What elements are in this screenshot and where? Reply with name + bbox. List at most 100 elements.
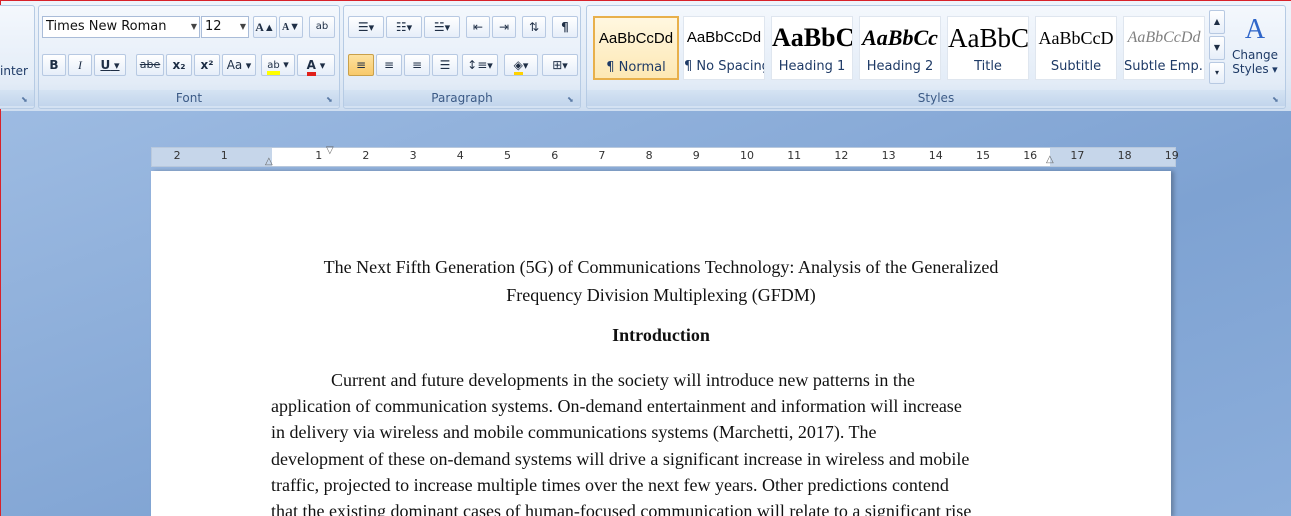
ruler-number: 9 xyxy=(692,149,700,162)
strikethrough-button[interactable]: abe xyxy=(136,54,164,76)
first-line-indent-marker-icon[interactable]: ▽ xyxy=(326,145,334,156)
font-name-combo[interactable]: Times New Roman ▼ xyxy=(42,16,200,38)
chevron-down-icon: ▼ xyxy=(239,22,246,31)
style-no-spacing[interactable]: AaBbCcDd ¶ No Spacing xyxy=(683,16,765,80)
change-styles-button[interactable]: A Change Styles ▾ xyxy=(1229,12,1281,92)
show-marks-button[interactable]: ¶ xyxy=(552,16,578,38)
borders-button[interactable]: ⊞▾ xyxy=(542,54,578,76)
sort-icon: ⇅ xyxy=(528,20,540,34)
align-left-button[interactable]: ≡ xyxy=(348,54,374,76)
style-preview: AaBbC xyxy=(948,23,1028,53)
numbered-list-icon: ☷ xyxy=(395,20,407,34)
align-center-button[interactable]: ≡ xyxy=(376,54,402,76)
left-indent-marker-icon[interactable]: △ xyxy=(265,156,273,167)
font-color-icon: A xyxy=(306,58,316,76)
multilevel-list-icon: ☱ xyxy=(433,20,445,34)
shrink-font-button[interactable]: A▼ xyxy=(279,16,303,38)
align-left-icon: ≡ xyxy=(355,58,367,72)
bold-button[interactable]: B xyxy=(42,54,66,76)
format-painter-label[interactable]: inter xyxy=(0,64,28,78)
ruler-number: 11 xyxy=(787,149,802,162)
multilevel-list-button[interactable]: ☱▾ xyxy=(424,16,460,38)
border-icon: ⊞ xyxy=(552,58,563,72)
ruler-number: 15 xyxy=(976,149,990,162)
horizontal-ruler[interactable]: 2 1 1 2 3 4 5 6 7 8 9 10 11 12 13 14 15 16 17 18 19 ▽ △ △ xyxy=(151,145,1179,167)
paragraph-line: in delivery via wireless and mobile comm… xyxy=(271,422,877,443)
grow-font-button[interactable]: A▲ xyxy=(253,16,277,38)
font-size-combo[interactable]: 12 ▼ xyxy=(201,16,249,38)
font-group-label: Font xyxy=(39,90,339,106)
document-heading: Introduction xyxy=(612,325,710,345)
style-name: Heading 2 xyxy=(866,59,934,74)
document-paragraph: Current and future developments in the s… xyxy=(271,367,1051,516)
font-launcher-icon[interactable]: ⬊ xyxy=(326,95,335,104)
styles-scroll-down-button[interactable]: ▼ xyxy=(1209,36,1225,60)
superscript-button[interactable]: x² xyxy=(194,54,220,76)
right-indent-marker-icon[interactable]: △ xyxy=(1046,154,1054,165)
subscript-button[interactable]: x₂ xyxy=(166,54,192,76)
style-heading-1[interactable]: AaBbC Heading 1 xyxy=(771,16,853,80)
bullets-button[interactable]: ☰▾ xyxy=(348,16,384,38)
line-spacing-button[interactable]: ↕≡▾ xyxy=(462,54,498,76)
style-preview: AaBbCc xyxy=(862,25,938,50)
paragraph-group: ☰▾ ☷▾ ☱▾ ⇤ ⇥ ⇅ ¶ ≡ ≡ ≡ ☰ ↕≡▾ ◈▾ ⊞▾ Parag… xyxy=(343,5,581,109)
justify-button[interactable]: ☰ xyxy=(432,54,458,76)
paragraph-line: that the existing dominant cases of huma… xyxy=(271,501,972,516)
style-name: Subtitle xyxy=(1050,59,1102,74)
document-page[interactable]: The Next Fifth Generation (5G) of Commun… xyxy=(151,171,1171,516)
change-styles-label-1: Change xyxy=(1232,48,1278,62)
styles-launcher-icon[interactable]: ⬊ xyxy=(1272,95,1281,104)
style-title[interactable]: AaBbC Title xyxy=(947,16,1029,80)
ruler-number: 13 xyxy=(881,149,896,162)
clipboard-launcher-icon[interactable]: ⬊ xyxy=(21,95,30,104)
clear-formatting-button[interactable]: ab xyxy=(309,16,335,38)
paragraph-line: traffic, projected to increase multiple … xyxy=(271,474,949,495)
font-name-value: Times New Roman xyxy=(46,19,167,34)
ruler-number: 10 xyxy=(740,149,754,162)
paint-bucket-icon: ◈ xyxy=(513,58,523,75)
decrease-indent-button[interactable]: ⇤ xyxy=(466,16,490,38)
font-color-button[interactable]: A ▾ xyxy=(297,54,335,76)
styles-group-label: Styles xyxy=(587,90,1285,106)
ruler-number: 5 xyxy=(504,149,511,162)
shading-button[interactable]: ◈▾ xyxy=(504,54,538,76)
style-subtle-emphasis[interactable]: AaBbCcDd Subtle Emp... xyxy=(1123,16,1205,80)
ruler-number: 17 xyxy=(1070,149,1085,162)
style-preview: AaBbCcD xyxy=(1038,28,1114,48)
ruler-number: 3 xyxy=(409,149,417,162)
paragraph-line: Current and future developments in the s… xyxy=(331,370,915,390)
sort-button[interactable]: ⇅ xyxy=(522,16,546,38)
line-spacing-icon: ↕≡ xyxy=(467,58,488,72)
ruler-number: 4 xyxy=(456,149,464,162)
style-heading-2[interactable]: AaBbCc Heading 2 xyxy=(859,16,941,80)
change-case-button[interactable]: Aa ▾ xyxy=(222,54,256,76)
clipboard-group: inter ⬊ xyxy=(0,5,35,109)
underline-button[interactable]: U ▾ xyxy=(94,54,126,76)
styles-scroll-up-button[interactable]: ▲ xyxy=(1209,10,1225,34)
styles-more-button[interactable]: ▾ xyxy=(1209,62,1225,84)
style-preview: AaBbCcDd xyxy=(686,29,762,46)
ruler-number: 16 xyxy=(1023,149,1038,162)
style-subtitle[interactable]: AaBbCcD Subtitle xyxy=(1035,16,1117,80)
chevron-down-icon: ▼ xyxy=(190,22,197,31)
pilcrow-icon: ¶ xyxy=(561,20,569,34)
highlight-button[interactable]: ab ▾ xyxy=(261,54,295,76)
increase-indent-button[interactable]: ⇥ xyxy=(492,16,516,38)
ruler-number: 2 xyxy=(362,149,370,162)
ruler-number: 12 xyxy=(834,149,849,162)
style-name: ¶ Normal xyxy=(606,60,666,75)
italic-button[interactable]: I xyxy=(68,54,92,76)
paragraph-group-label: Paragraph xyxy=(344,90,580,106)
ruler-number: 8 xyxy=(645,149,653,162)
ruler-number: 19 xyxy=(1164,149,1179,162)
style-normal[interactable]: AaBbCcDd ¶ Normal xyxy=(593,16,679,80)
align-right-button[interactable]: ≡ xyxy=(404,54,430,76)
style-name: Heading 1 xyxy=(778,59,846,74)
paragraph-launcher-icon[interactable]: ⬊ xyxy=(567,95,576,104)
font-size-value: 12 xyxy=(205,19,222,34)
style-preview: AaBbCcDd xyxy=(1127,29,1201,46)
style-name: ¶ No Spacing xyxy=(684,59,764,74)
title-line-1: The Next Fifth Generation (5G) of Commun… xyxy=(323,257,999,277)
paragraph-line: development of these on-demand systems w… xyxy=(271,448,970,469)
numbering-button[interactable]: ☷▾ xyxy=(386,16,422,38)
